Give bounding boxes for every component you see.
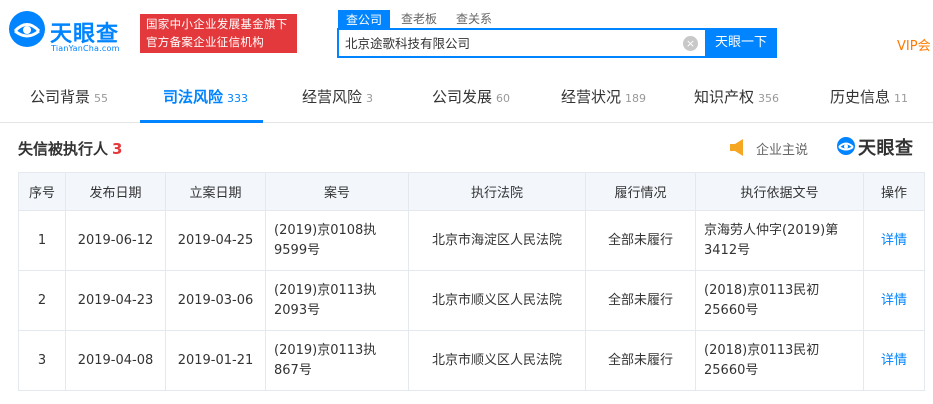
tianyancha-logo[interactable]: 天眼查 TianYanCha.com — [6, 8, 132, 56]
search-button[interactable]: 天眼一下 — [705, 28, 777, 58]
tab-label: 知识产权 — [694, 88, 755, 106]
basis-doc-line-1: (2018)京0113民初 — [704, 282, 820, 298]
detail-link[interactable]: 详情 — [863, 210, 925, 271]
cell-filing-date: 2019-01-21 — [165, 330, 266, 391]
table-row: 3 2019-04-08 2019-01-21 (2019)京0113执 867… — [18, 330, 925, 391]
cell-basis-doc: (2018)京0113民初 25660号 — [695, 330, 864, 391]
company-speak-label: 企业主说 — [756, 143, 809, 158]
logo-eye-icon — [9, 11, 45, 47]
case-number-line-1: (2019)京0113执 — [274, 282, 377, 298]
official-badge: 国家中小企业发展基金旗下 官方备案企业征信机构 — [140, 14, 297, 53]
tab-count: 11 — [894, 92, 909, 105]
tab-count: 356 — [758, 92, 780, 105]
watermark-logo: 天眼查 — [836, 134, 926, 159]
table-row: 2 2019-04-23 2019-03-06 (2019)京0113执 209… — [18, 270, 925, 331]
search-tab-relation[interactable]: 查关系 — [456, 10, 492, 27]
tab-history[interactable]: 历史信息 11 — [830, 86, 908, 107]
detail-link[interactable]: 详情 — [863, 270, 925, 331]
basis-doc-line-2: 25660号 — [704, 302, 759, 318]
cell-filing-date: 2019-04-25 — [165, 210, 266, 271]
basis-doc-line-2: 3412号 — [704, 242, 751, 258]
watermark-eye-icon — [837, 137, 855, 155]
tab-label: 经营风险 — [302, 88, 363, 106]
clear-search-icon[interactable]: × — [683, 36, 698, 51]
tab-company-background[interactable]: 公司背景 55 — [30, 86, 108, 107]
vip-link[interactable]: VIP会 — [897, 35, 931, 54]
tab-count: 60 — [496, 92, 511, 105]
case-number-line-1: (2019)京0108执 — [274, 222, 377, 238]
tab-count: 189 — [625, 92, 647, 105]
cell-index: 3 — [18, 330, 66, 391]
tab-count: 3 — [366, 92, 374, 105]
tab-count: 55 — [94, 92, 109, 105]
cell-performance: 全部未履行 — [585, 270, 696, 331]
tab-label: 经营状况 — [561, 88, 622, 106]
case-number-line-2: 2093号 — [274, 302, 321, 318]
basis-doc-line-2: 25660号 — [704, 362, 759, 378]
cell-basis-doc: (2018)京0113民初 25660号 — [695, 270, 864, 331]
cell-court: 北京市顺义区人民法院 — [408, 330, 586, 391]
col-header-filing-date: 立案日期 — [165, 172, 266, 211]
section-count: 3 — [112, 140, 123, 158]
active-tab-indicator — [140, 120, 263, 123]
cell-performance: 全部未履行 — [585, 330, 696, 391]
badge-line-2: 官方备案企业征信机构 — [146, 35, 264, 49]
tab-judicial-risk[interactable]: 司法风险 333 — [163, 86, 248, 107]
col-header-index: 序号 — [18, 172, 66, 211]
category-tabs: 公司背景 55 司法风险 333 经营风险 3 公司发展 60 经营状况 189 知识产权… — [0, 66, 933, 123]
cell-court: 北京市顺义区人民法院 — [408, 270, 586, 331]
case-number-line-2: 9599号 — [274, 242, 321, 258]
cell-case-number: (2019)京0113执 867号 — [265, 330, 409, 391]
logo-domain: TianYanCha.com — [51, 44, 120, 53]
col-header-performance: 履行情况 — [585, 172, 696, 211]
cell-index: 2 — [18, 270, 66, 331]
col-header-publish-date: 发布日期 — [65, 172, 166, 211]
col-header-court: 执行法院 — [408, 172, 586, 211]
megaphone-icon — [730, 139, 743, 156]
case-number-line-2: 867号 — [274, 362, 312, 378]
section-title: 失信被执行人 3 — [18, 138, 122, 159]
cell-case-number: (2019)京0108执 9599号 — [265, 210, 409, 271]
tab-intellectual-property[interactable]: 知识产权 356 — [694, 86, 779, 107]
search-tab-company[interactable]: 查公司 — [338, 10, 391, 29]
case-number-line-1: (2019)京0113执 — [274, 342, 377, 358]
cell-performance: 全部未履行 — [585, 210, 696, 271]
tab-label: 公司背景 — [30, 88, 91, 106]
col-header-action: 操作 — [863, 172, 925, 211]
tab-label: 司法风险 — [163, 88, 224, 106]
badge-line-1: 国家中小企业发展基金旗下 — [146, 17, 288, 31]
basis-doc-line-1: 京海劳人仲字(2019)第 — [704, 222, 839, 238]
cell-court: 北京市海淀区人民法院 — [408, 210, 586, 271]
detail-link[interactable]: 详情 — [863, 330, 925, 391]
cell-publish-date: 2019-06-12 — [65, 210, 166, 271]
col-header-case-number: 案号 — [265, 172, 409, 211]
tab-business-status[interactable]: 经营状况 189 — [561, 86, 646, 107]
watermark-text: 天眼查 — [858, 138, 914, 159]
search-tab-boss[interactable]: 查老板 — [401, 10, 437, 27]
cell-basis-doc: 京海劳人仲字(2019)第 3412号 — [695, 210, 864, 271]
cell-case-number: (2019)京0113执 2093号 — [265, 270, 409, 331]
tab-count: 333 — [227, 92, 249, 105]
section-title-text: 失信被执行人 — [18, 140, 109, 158]
table-header-row: 序号 发布日期 立案日期 案号 执行法院 履行情况 执行依据文号 操作 — [18, 172, 925, 211]
cell-publish-date: 2019-04-08 — [65, 330, 166, 391]
dishonest-debtor-table: 序号 发布日期 立案日期 案号 执行法院 履行情况 执行依据文号 操作 1 20… — [18, 172, 925, 391]
tab-operational-risk[interactable]: 经营风险 3 — [302, 86, 373, 107]
col-header-basis-doc: 执行依据文号 — [695, 172, 864, 211]
search-input[interactable] — [345, 35, 675, 50]
tab-label: 历史信息 — [830, 88, 891, 106]
cell-publish-date: 2019-04-23 — [65, 270, 166, 331]
search-box: × — [337, 28, 705, 58]
tab-company-development[interactable]: 公司发展 60 — [432, 86, 510, 107]
cell-filing-date: 2019-03-06 — [165, 270, 266, 331]
tab-label: 公司发展 — [432, 88, 493, 106]
cell-index: 1 — [18, 210, 66, 271]
basis-doc-line-1: (2018)京0113民初 — [704, 342, 820, 358]
table-row: 1 2019-06-12 2019-04-25 (2019)京0108执 959… — [18, 210, 925, 271]
top-header: 天眼查 TianYanCha.com 国家中小企业发展基金旗下 官方备案企业征信… — [0, 0, 933, 66]
